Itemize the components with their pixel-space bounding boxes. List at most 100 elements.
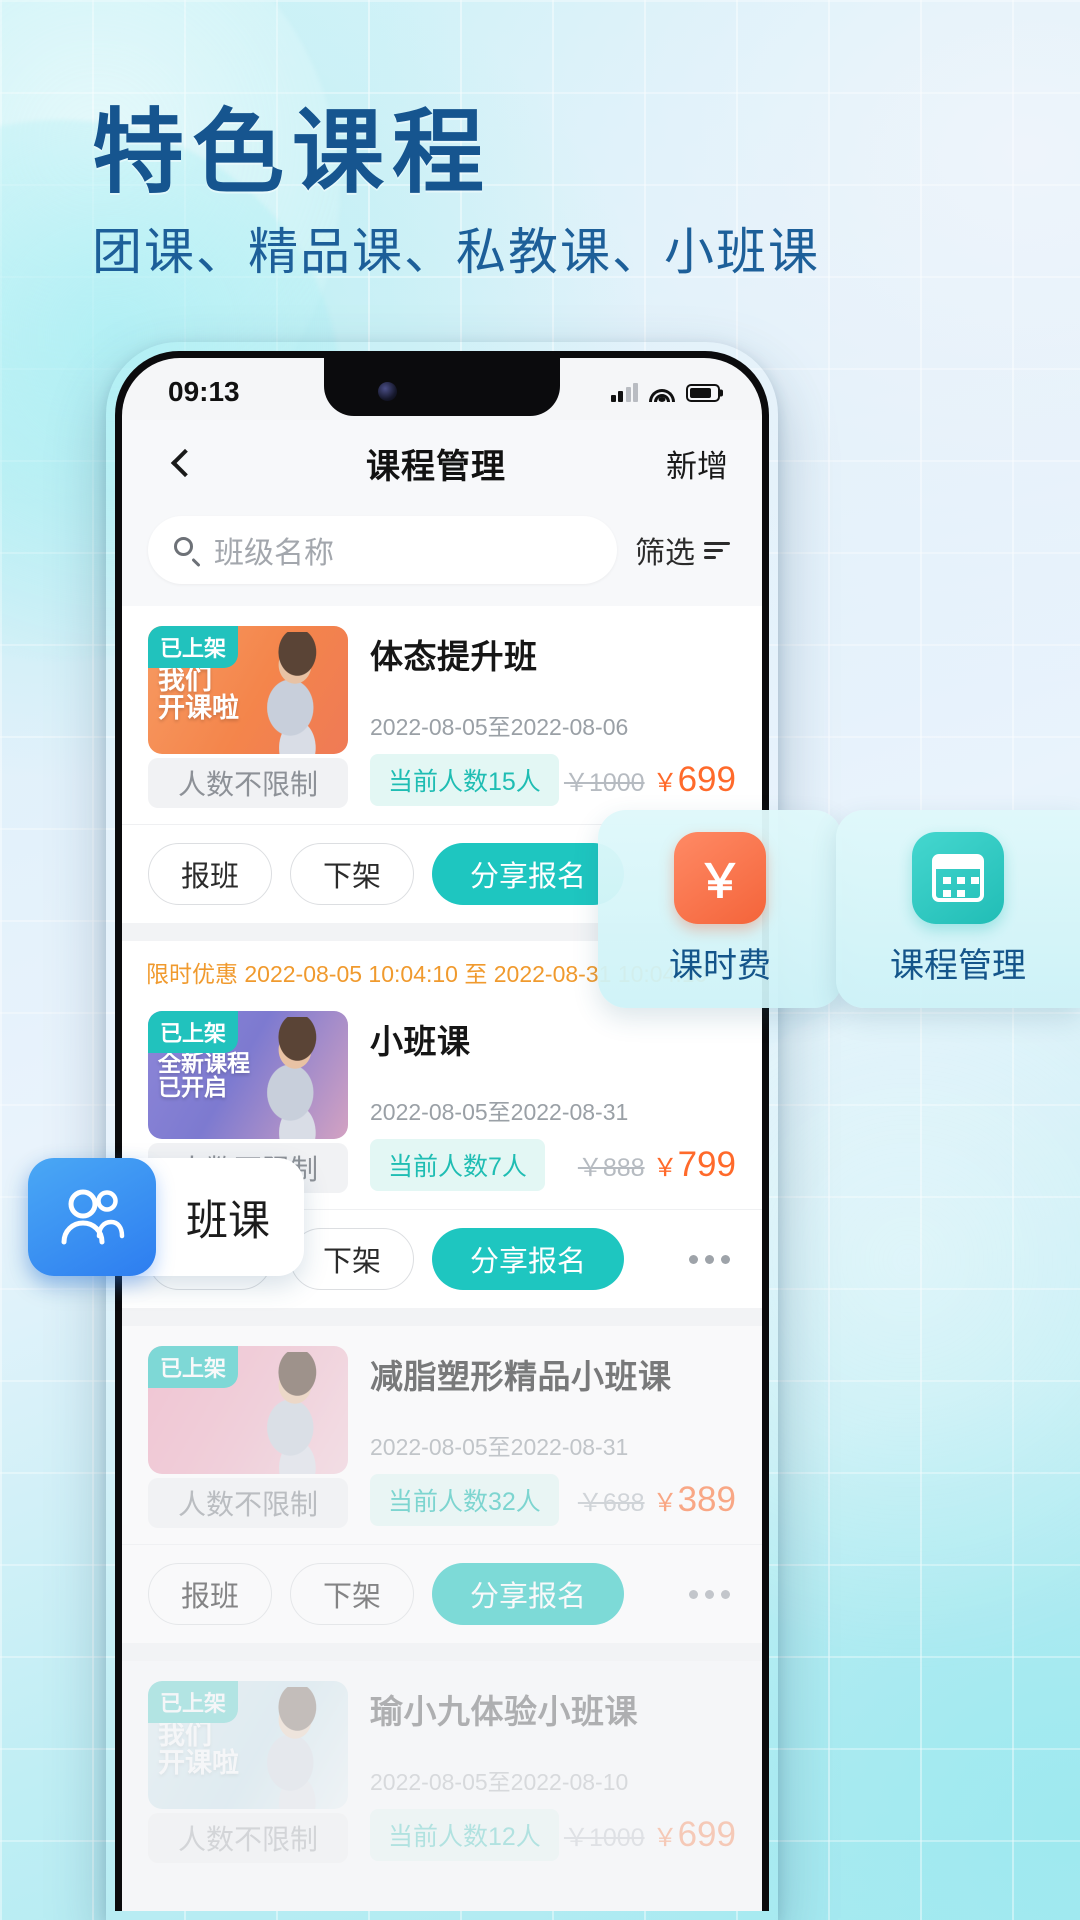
- filter-label: 筛选: [635, 537, 695, 570]
- share-signup-button[interactable]: 分享报名: [432, 843, 624, 905]
- thumbnail-person-image: [236, 1687, 348, 1809]
- thumbnail-caption: 我们 开课啦: [158, 666, 239, 723]
- filter-lines-icon: [704, 541, 730, 559]
- add-course-button[interactable]: 新增: [666, 441, 728, 486]
- course-thumbnail: 已上架 全新课程 已开启: [148, 1011, 348, 1139]
- capacity-label: 人数不限制: [148, 758, 348, 808]
- feature-chip-class[interactable]: 班课: [28, 1158, 305, 1276]
- price-current: ￥799: [652, 1145, 736, 1184]
- price-current-value: 699: [677, 760, 736, 799]
- feature-chip-label: 课时费: [669, 946, 771, 985]
- thumbnail-caption: 全新课程 已开启: [158, 1051, 250, 1099]
- enrolled-count-badge: 当前人数15人: [370, 754, 559, 806]
- share-signup-button[interactable]: 分享报名: [432, 1228, 624, 1290]
- course-date-range: 2022-08-05至2022-08-31: [370, 1434, 629, 1460]
- thumbnail-caption-line2: 开课啦: [158, 1748, 239, 1779]
- price-current-value: 799: [677, 1145, 736, 1184]
- price-original: ￥688: [577, 1489, 645, 1517]
- price-current-value: 389: [677, 1480, 736, 1519]
- unlist-button[interactable]: 下架: [290, 1228, 414, 1290]
- thumbnail-caption: 我们 开课啦: [158, 1721, 239, 1778]
- calendar-glyph: [932, 853, 984, 902]
- enroll-button[interactable]: 报班: [148, 1563, 272, 1625]
- enrolled-count-badge: 当前人数12人: [370, 1809, 559, 1861]
- course-thumbnail: 已上架 我们 开课啦: [148, 1681, 348, 1809]
- promo-subtitle: 团课、精品课、私教课、小班课: [92, 224, 820, 280]
- course-title: 瑜小九体验小班课: [370, 1693, 638, 1730]
- search-input[interactable]: 班级名称: [148, 516, 617, 584]
- enrolled-count-badge: 当前人数32人: [370, 1474, 559, 1526]
- phone-bezel: 09:13 课程管理 新增 班级名称 筛选 已上架 我们 开课啦 人数不限制 体…: [115, 351, 769, 1911]
- feature-chip-label: 课程管理: [890, 946, 1026, 985]
- unlist-button[interactable]: 下架: [290, 843, 414, 905]
- course-date-range: 2022-08-05至2022-08-10: [370, 1769, 629, 1795]
- price-current-value: 699: [677, 1815, 736, 1854]
- course-thumbnail-wrap: 已上架 我们 开课啦 人数不限制: [148, 1681, 348, 1863]
- share-signup-button[interactable]: 分享报名: [432, 1563, 624, 1625]
- course-info: 体态提升班 2022-08-05至2022-08-06 当前人数15人 ￥100…: [370, 626, 736, 808]
- capacity-label: 人数不限制: [148, 1813, 348, 1863]
- feature-chip-fee[interactable]: ￥ 课时费: [598, 810, 842, 1008]
- status-time: 09:13: [168, 376, 240, 407]
- course-info: 小班课 2022-08-05至2022-08-31 当前人数7人 ￥888 ￥7…: [370, 1011, 736, 1193]
- feature-chips-right: ￥ 课时费 课程管理: [598, 810, 1080, 1008]
- course-meta-row: 当前人数32人 ￥688 ￥389: [370, 1474, 736, 1526]
- status-indicators: [610, 382, 720, 402]
- course-meta-row: 当前人数12人 ￥1000 ￥699: [370, 1809, 736, 1861]
- course-info: 减脂塑形精品小班课 2022-08-05至2022-08-31 当前人数32人 …: [370, 1346, 736, 1528]
- battery-icon: [686, 384, 720, 402]
- course-price: ￥888 ￥799: [578, 1145, 736, 1185]
- page-title: 课程管理: [366, 447, 506, 486]
- price-current: ￥389: [652, 1480, 736, 1519]
- course-meta-row: 当前人数15人 ￥1000 ￥699: [370, 754, 736, 806]
- feature-chip-label: 班课: [186, 1196, 271, 1244]
- enroll-button[interactable]: 报班: [148, 843, 272, 905]
- promo-title: 特色课程: [92, 102, 493, 204]
- course-card[interactable]: 已上架 人数不限制 减脂塑形精品小班课 2022-08-05至2022-08-3…: [122, 1326, 762, 1643]
- course-thumbnail-wrap: 已上架 人数不限制: [148, 1346, 348, 1528]
- more-dots-icon[interactable]: [689, 1589, 736, 1599]
- users-group-icon: [28, 1158, 156, 1276]
- filter-button[interactable]: 筛选: [635, 528, 736, 572]
- wifi-icon: [649, 382, 675, 402]
- course-price: ￥1000 ￥699: [564, 760, 736, 800]
- course-card-main: 已上架 我们 开课啦 人数不限制 瑜小九体验小班课 2022-08-05至202…: [122, 1661, 762, 1879]
- feature-chip-course[interactable]: 课程管理: [836, 810, 1080, 1008]
- thumbnail-caption-line1: 我们: [158, 665, 212, 695]
- price-original: ￥1000: [563, 769, 645, 797]
- thumbnail-person-image: [236, 1352, 348, 1474]
- course-price: ￥1000 ￥699: [564, 1815, 736, 1855]
- back-chevron-icon: [170, 448, 199, 478]
- course-thumbnail-wrap: 已上架 我们 开课啦 人数不限制: [148, 626, 348, 808]
- status-badge: 已上架: [148, 626, 239, 668]
- promo-background: 特色课程 团课、精品课、私教课、小班课 09:13 课程管理 新增 班级名称 筛…: [0, 0, 1080, 1920]
- unlist-button[interactable]: 下架: [290, 1563, 414, 1625]
- course-card-main: 已上架 人数不限制 减脂塑形精品小班课 2022-08-05至2022-08-3…: [122, 1326, 762, 1544]
- course-meta-row: 当前人数7人 ￥888 ￥799: [370, 1139, 736, 1191]
- status-badge: 已上架: [148, 1681, 239, 1723]
- thumbnail-caption-line1: 我们: [158, 1720, 212, 1750]
- search-placeholder: 班级名称: [214, 537, 334, 570]
- course-thumbnail: 已上架 我们 开课啦: [148, 626, 348, 754]
- app-header: 课程管理 新增: [122, 420, 762, 506]
- more-dots-icon[interactable]: [689, 1254, 736, 1264]
- enrolled-count-badge: 当前人数7人: [370, 1139, 545, 1191]
- course-info: 瑜小九体验小班课 2022-08-05至2022-08-10 当前人数12人 ￥…: [370, 1681, 736, 1863]
- thumbnail-person-image: [236, 1017, 348, 1139]
- thumbnail-person-image: [236, 632, 348, 754]
- capacity-label: 人数不限制: [148, 1478, 348, 1528]
- course-card[interactable]: 已上架 我们 开课啦 人数不限制 瑜小九体验小班课 2022-08-05至202…: [122, 1661, 762, 1879]
- price-current: ￥699: [652, 1815, 736, 1854]
- price-original: ￥888: [577, 1154, 645, 1182]
- thumbnail-caption-line2: 已开启: [158, 1074, 227, 1101]
- course-actions: 报班 下架 分享报名: [122, 1544, 762, 1643]
- search-icon: [174, 537, 201, 568]
- back-button[interactable]: [156, 438, 206, 488]
- course-thumbnail: 已上架: [148, 1346, 348, 1474]
- thumbnail-caption-line1: 全新课程: [158, 1050, 250, 1076]
- price-original: ￥1000: [563, 1824, 645, 1852]
- phone-frame: 09:13 课程管理 新增 班级名称 筛选 已上架 我们 开课啦 人数不限制 体…: [106, 342, 778, 1920]
- calendar-course-icon: [912, 831, 1004, 924]
- yen-fee-icon: ￥: [674, 831, 766, 924]
- course-date-range: 2022-08-05至2022-08-06: [370, 714, 629, 740]
